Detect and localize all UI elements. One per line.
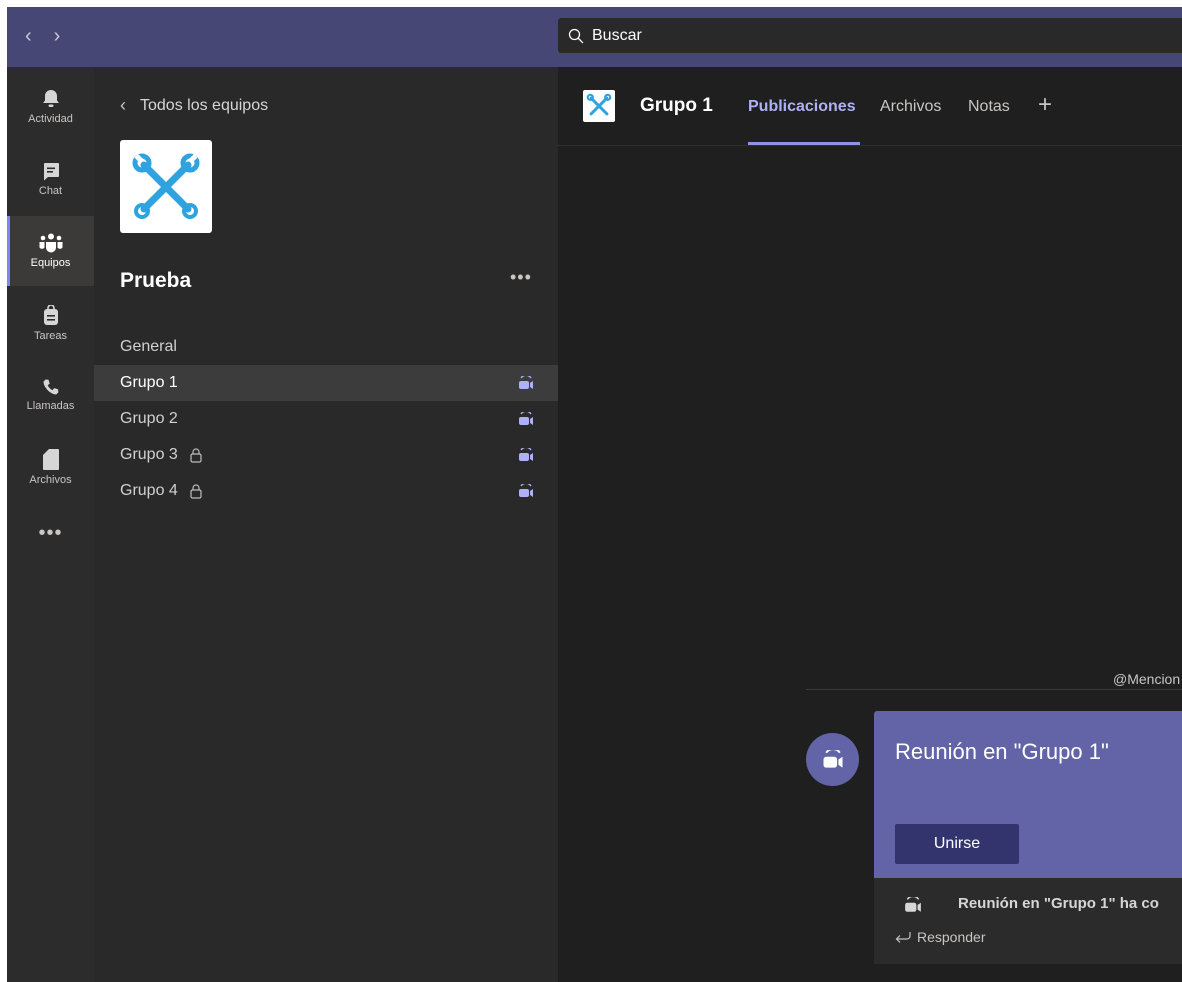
- rail-item-tareas[interactable]: Tareas: [7, 288, 94, 358]
- tasks-icon: [43, 304, 58, 325]
- rail-label: Tareas: [33, 329, 68, 342]
- rail-label: Archivos: [29, 473, 72, 486]
- search-box[interactable]: [558, 18, 1182, 53]
- channel-list: General Grupo 1 Grupo 2 Grupo 3 Grupo 4: [94, 329, 558, 509]
- channel-name: General: [120, 338, 177, 355]
- rail-item-chat[interactable]: Chat: [7, 144, 94, 214]
- channel-name: Grupo 3: [120, 446, 178, 463]
- meeting-avatar: [806, 733, 859, 786]
- search-input[interactable]: [590, 25, 1154, 46]
- channel-title: Grupo 1: [640, 95, 713, 116]
- meeting-camera-icon: [519, 448, 533, 461]
- channel-item-grupo-1[interactable]: Grupo 1: [94, 365, 558, 401]
- history-nav: ‹ ›: [25, 25, 60, 47]
- team-name: Prueba: [120, 269, 192, 292]
- rail-label: Actividad: [28, 113, 73, 125]
- title-bar: ‹ ›: [7, 7, 1182, 67]
- tab-publicaciones[interactable]: Publicaciones: [748, 98, 856, 116]
- team-panel: ‹ Todos los equipos Prueba ••• General G…: [94, 67, 558, 982]
- channel-logo: [583, 90, 615, 122]
- meeting-camera-icon: [905, 897, 921, 912]
- channel-item-general[interactable]: General: [94, 329, 558, 365]
- teams-icon: [39, 233, 62, 253]
- rail-item-actividad[interactable]: Actividad: [7, 72, 94, 142]
- lock-icon: [190, 483, 202, 499]
- tools-icon: [132, 153, 200, 219]
- channel-item-grupo-3[interactable]: Grupo 3: [94, 437, 558, 473]
- rail-item-archivos[interactable]: Archivos: [7, 432, 94, 502]
- back-arrow-icon[interactable]: ‹: [25, 25, 32, 47]
- app-rail: Actividad Chat Equipos Tareas Llamadas A…: [7, 67, 94, 982]
- reply-arrow-icon: [895, 932, 911, 943]
- channel-main: Grupo 1 Publicaciones Archivos Notas + @…: [558, 67, 1182, 982]
- phone-icon: [43, 379, 58, 395]
- tools-icon: [586, 93, 612, 116]
- meeting-thread-footer: Reunión en "Grupo 1" ha co Responder: [874, 878, 1182, 964]
- rail-label: Chat: [38, 184, 63, 197]
- search-icon: [568, 28, 584, 43]
- meeting-camera-icon: [519, 484, 533, 497]
- channel-item-grupo-2[interactable]: Grupo 2: [94, 401, 558, 437]
- active-tab-indicator: [748, 142, 860, 145]
- channel-name: Grupo 4: [120, 482, 178, 499]
- rail-item-equipos[interactable]: Equipos: [7, 216, 94, 286]
- meeting-camera-icon: [519, 376, 533, 389]
- more-apps-icon[interactable]: •••: [7, 522, 94, 545]
- team-more-icon[interactable]: •••: [510, 267, 532, 288]
- meeting-title: Reunión en "Grupo 1": [895, 739, 1109, 764]
- all-teams-label: Todos los equipos: [140, 96, 269, 114]
- chevron-left-icon: ‹: [120, 95, 126, 115]
- channel-item-grupo-4[interactable]: Grupo 4: [94, 473, 558, 509]
- forward-arrow-icon[interactable]: ›: [54, 25, 61, 47]
- chat-icon: [43, 162, 59, 180]
- meeting-card: Reunión en "Grupo 1" Unirse: [874, 711, 1182, 878]
- file-icon: [42, 448, 59, 470]
- bell-icon: [42, 90, 59, 107]
- teams-window: ‹ › Actividad Chat: [7, 7, 1182, 982]
- meeting-camera-icon: [823, 750, 842, 768]
- tab-notas[interactable]: Notas: [968, 98, 1010, 116]
- reply-button[interactable]: Responder: [895, 929, 986, 945]
- channel-name: Grupo 1: [120, 374, 178, 391]
- mention-text: @Mencion: [1113, 671, 1181, 687]
- meeting-camera-icon: [519, 412, 533, 425]
- rail-label: Equipos: [30, 257, 71, 269]
- channel-header: Grupo 1 Publicaciones Archivos Notas +: [558, 67, 1182, 146]
- rail-label: Llamadas: [26, 400, 75, 412]
- reply-label: Responder: [917, 929, 986, 945]
- meeting-ended-text: Reunión en "Grupo 1" ha co: [958, 895, 1159, 912]
- add-tab-icon[interactable]: +: [1038, 91, 1052, 119]
- team-logo: [120, 140, 212, 233]
- divider: [806, 689, 1182, 690]
- channel-name: Grupo 2: [120, 410, 178, 427]
- tab-archivos[interactable]: Archivos: [880, 98, 941, 116]
- lock-icon: [190, 447, 202, 463]
- rail-item-llamadas[interactable]: Llamadas: [7, 360, 94, 430]
- all-teams-link[interactable]: ‹ Todos los equipos: [120, 95, 268, 116]
- join-button[interactable]: Unirse: [895, 824, 1019, 864]
